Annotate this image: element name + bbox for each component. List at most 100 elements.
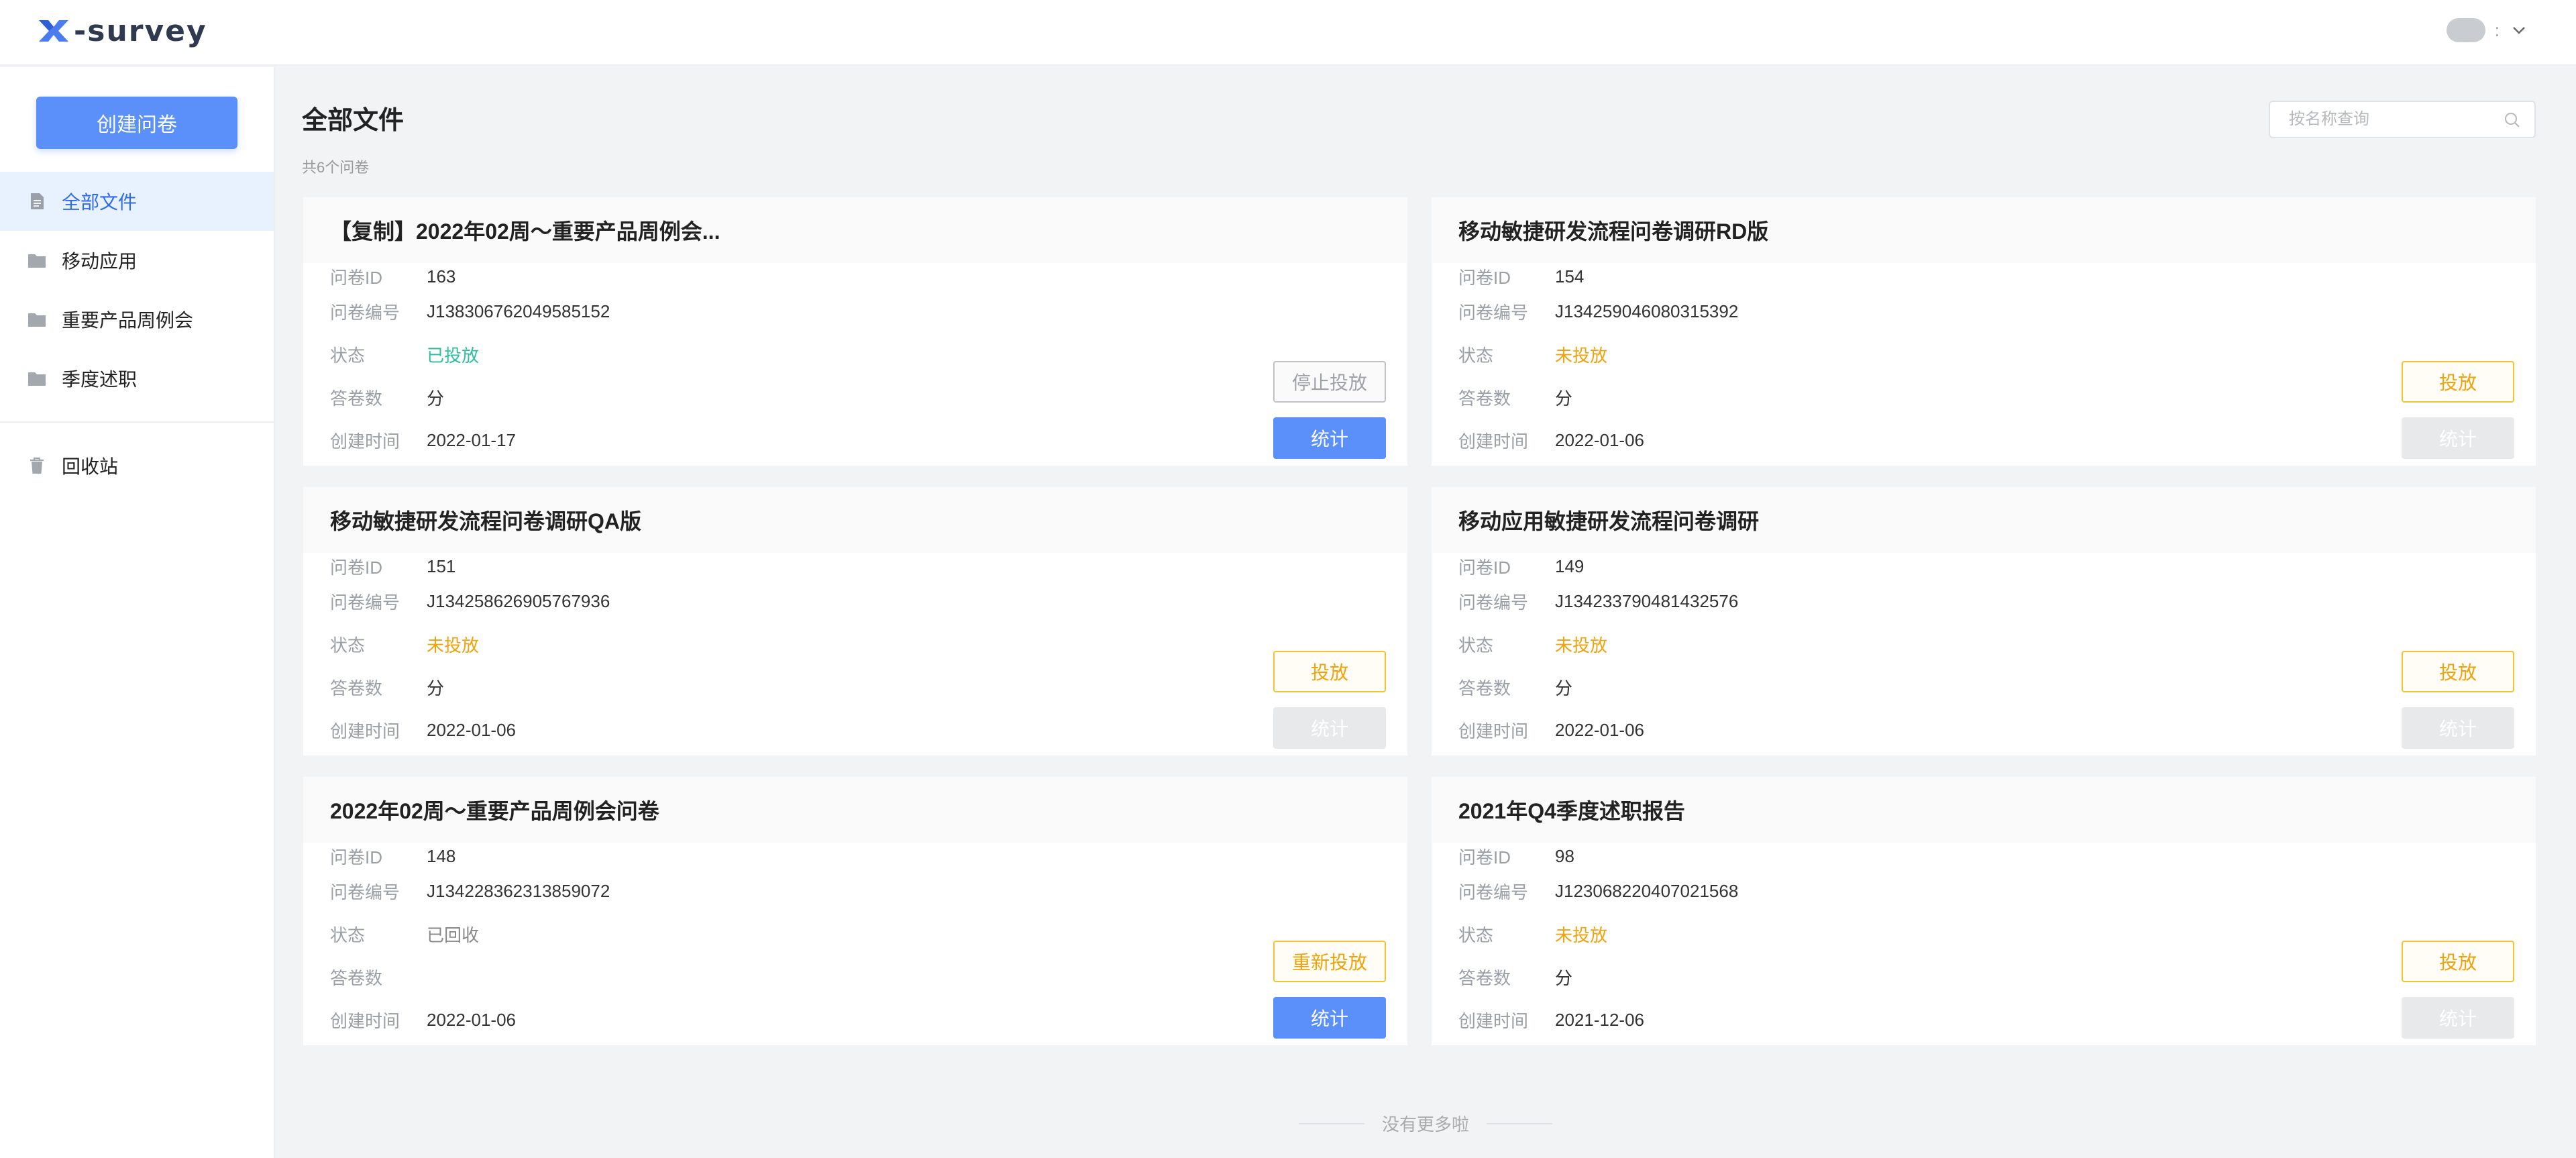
survey-id: 98: [1555, 845, 1574, 866]
sidebar-item-all-files[interactable]: 全部文件: [0, 172, 274, 231]
status-label: 状态: [330, 345, 366, 366]
sidebar-item-label: 季度述职: [62, 369, 138, 390]
trash-icon: [27, 456, 47, 476]
answer-count: 分: [1555, 678, 1573, 698]
search-input[interactable]: [2270, 102, 2534, 137]
divider: [0, 421, 274, 423]
id-label: 问卷ID: [1458, 557, 1511, 578]
survey-card: 2022年02周～重要产品周例会问卷 问卷ID 148 问卷编号 J13422836…: [303, 777, 1407, 1045]
survey-title[interactable]: 移动应用敏捷研发流程问卷调研: [1432, 487, 2536, 553]
code-label: 问卷编号: [1458, 302, 1529, 323]
survey-details: 问卷ID 163 问卷编号 J138306762049585152 状态 已投放 答卷…: [303, 263, 1407, 462]
survey-details: 问卷ID 148 问卷编号 J134228362313859072 状态 已回收 答卷…: [303, 843, 1407, 1041]
survey-title[interactable]: 2021年Q4季度述职报告: [1432, 777, 2536, 843]
code-label: 问卷编号: [330, 302, 400, 323]
status-badge: 已投放: [427, 345, 480, 366]
id-label: 问卷ID: [330, 267, 383, 288]
survey-title[interactable]: 2022年02周～重要产品周例会问卷: [303, 777, 1407, 843]
created-label: 创建时间: [330, 431, 400, 452]
stats-button[interactable]: 统计: [1273, 417, 1386, 459]
survey-code: J123068220407021568: [1555, 880, 1739, 901]
page-title: 全部文件: [302, 107, 405, 135]
status-badge: 未投放: [1555, 925, 1608, 945]
status-badge: 未投放: [427, 635, 480, 655]
app-logo[interactable]: -survey: [36, 13, 207, 48]
id-label: 问卷ID: [1458, 847, 1511, 867]
id-label: 问卷ID: [330, 557, 383, 578]
sidebar-item-label: 移动应用: [62, 251, 138, 272]
survey-card: 2021年Q4季度述职报告 问卷ID 98 问卷编号 J12306822040702…: [1432, 777, 2536, 1045]
sidebar-item-mobile-apps[interactable]: 移动应用: [0, 231, 274, 290]
status-label: 状态: [1458, 345, 1494, 366]
answers-label: 答卷数: [330, 388, 383, 409]
answers-label: 答卷数: [1458, 388, 1511, 409]
user-menu[interactable]: :: [2446, 15, 2529, 46]
answer-count: 分: [427, 678, 445, 698]
folder-icon: [27, 309, 47, 329]
survey-title[interactable]: 移动敏捷研发流程问卷调研QA版: [303, 487, 1407, 553]
created-date: 2021-12-06: [1555, 1009, 1644, 1030]
created-date: 2022-01-06: [427, 719, 516, 740]
survey-id: 154: [1555, 266, 1585, 286]
stats-button: 统计: [2402, 707, 2514, 749]
sidebar: 创建问卷 全部文件 移动应用 重要产品周例会 季度述职 回收站: [0, 67, 275, 1158]
search-box[interactable]: [2269, 101, 2536, 138]
answer-count: 分: [427, 388, 445, 409]
divider: [1487, 1122, 1552, 1124]
survey-count: 共6个问卷: [302, 159, 370, 176]
survey-id: 149: [1555, 556, 1585, 576]
publish-button[interactable]: 投放: [2402, 361, 2514, 403]
created-label: 创建时间: [1458, 721, 1529, 741]
code-label: 问卷编号: [330, 592, 400, 613]
created-date: 2022-01-06: [427, 1009, 516, 1030]
survey-id: 148: [427, 845, 456, 866]
stats-button[interactable]: 统计: [1273, 997, 1386, 1039]
created-date: 2022-01-06: [1555, 719, 1644, 740]
survey-card: 移动敏捷研发流程问卷调研RD版 问卷ID 154 问卷编号 J13425904608…: [1432, 197, 2536, 466]
survey-id: 151: [427, 556, 456, 576]
status-label: 状态: [1458, 925, 1494, 945]
answers-label: 答卷数: [330, 678, 383, 698]
survey-code: J138306762049585152: [427, 301, 610, 321]
stats-button: 统计: [1273, 707, 1386, 749]
logo-x-icon: [36, 17, 71, 44]
stop-publish-button[interactable]: 停止投放: [1273, 361, 1386, 403]
created-date: 2022-01-17: [427, 429, 516, 450]
logo-text: -survey: [74, 13, 207, 48]
republish-button[interactable]: 重新投放: [1273, 941, 1386, 982]
survey-details: 问卷ID 151 问卷编号 J134258626905767936 状态 未投放 答卷…: [303, 553, 1407, 751]
avatar[interactable]: [2446, 18, 2485, 42]
created-label: 创建时间: [330, 721, 400, 741]
sidebar-item-trash[interactable]: 回收站: [0, 436, 274, 495]
survey-card: 移动应用敏捷研发流程问卷调研 问卷ID 149 问卷编号 J134233790481…: [1432, 487, 2536, 755]
top-header: -survey :: [0, 0, 2576, 66]
folder-icon: [27, 250, 47, 270]
survey-title[interactable]: 【复制】2022年02周～重要产品周例会...: [303, 197, 1407, 263]
answer-count: 分: [1555, 388, 1573, 409]
stats-button: 统计: [2402, 417, 2514, 459]
document-icon: [27, 191, 47, 211]
answers-label: 答卷数: [1458, 967, 1511, 988]
create-survey-button[interactable]: 创建问卷: [36, 97, 237, 149]
survey-card: 移动敏捷研发流程问卷调研QA版 问卷ID 151 问卷编号 J13425862690…: [303, 487, 1407, 755]
status-label: 状态: [330, 925, 366, 945]
status-badge: 已回收: [427, 925, 480, 945]
survey-code: J134259046080315392: [1555, 301, 1739, 321]
chevron-down-icon[interactable]: [2509, 20, 2529, 40]
sidebar-item-quarterly-report[interactable]: 季度述职: [0, 349, 274, 408]
code-label: 问卷编号: [1458, 882, 1529, 902]
publish-button[interactable]: 投放: [2402, 651, 2514, 692]
sidebar-item-product-weekly[interactable]: 重要产品周例会: [0, 290, 274, 349]
survey-code: J134258626905767936: [427, 590, 610, 611]
survey-title[interactable]: 移动敏捷研发流程问卷调研RD版: [1432, 197, 2536, 263]
search-icon[interactable]: [2504, 111, 2521, 129]
status-badge: 未投放: [1555, 345, 1608, 366]
user-name: :: [2494, 19, 2500, 40]
main-content: 全部文件 共6个问卷 【复制】2022年02周～重要产品周例会... 问卷ID 1…: [275, 67, 2576, 1158]
publish-button[interactable]: 投放: [1273, 651, 1386, 692]
survey-details: 问卷ID 149 问卷编号 J134233790481432576 状态 未投放 答卷…: [1432, 553, 2536, 751]
created-date: 2022-01-06: [1555, 429, 1644, 450]
survey-details: 问卷ID 98 问卷编号 J123068220407021568 状态 未投放 答卷数…: [1432, 843, 2536, 1041]
publish-button[interactable]: 投放: [2402, 941, 2514, 982]
created-label: 创建时间: [330, 1010, 400, 1031]
